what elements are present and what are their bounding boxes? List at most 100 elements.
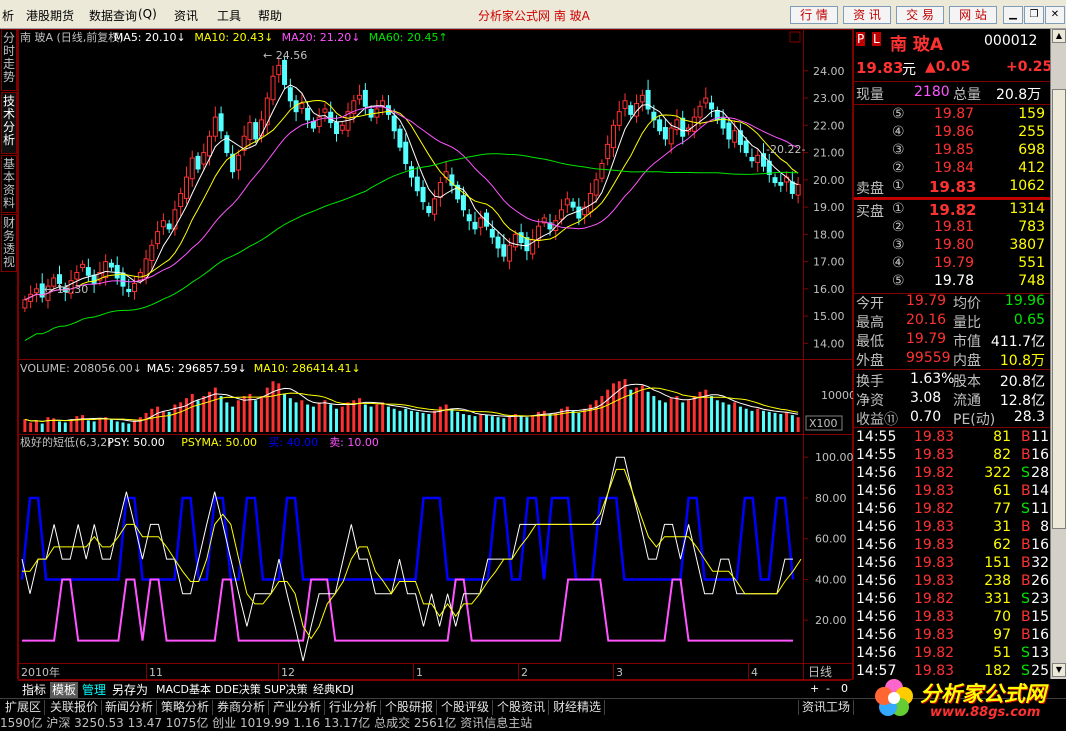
nav-industry-chain[interactable]: 产业分析 [270, 700, 326, 715]
tab-financials[interactable]: 财务透视 [1, 214, 17, 272]
candle [380, 100, 386, 107]
sell-level-1[interactable]: 卖盘 ① 19.83 1062 [854, 178, 1051, 197]
volume-bar [456, 411, 460, 432]
tab-manage[interactable]: 管理 [80, 682, 108, 698]
y-tick-label: 16.00 [813, 283, 845, 296]
sell-level-2[interactable]: ② 19.84 412 [854, 160, 1051, 178]
tick-scrollbar[interactable]: ▲ ▼ [1050, 29, 1066, 679]
tab-template[interactable]: 模板 [50, 682, 79, 698]
fundamental-row[interactable]: 净资 3.08 流通 12.8亿 [854, 390, 1051, 409]
candle [668, 127, 674, 145]
nav-strategy[interactable]: 策略分析 [158, 700, 214, 715]
tick-row[interactable]: 14:56 19.83 31 B 8 [854, 519, 1051, 537]
tab-sup[interactable]: SUP决策 [262, 682, 310, 698]
volume-bar [225, 402, 229, 432]
tick-row[interactable]: 14:56 19.82 77 S 11 [854, 501, 1051, 519]
nav-rating[interactable]: 个股评级 [438, 700, 494, 715]
volume-bar [161, 410, 165, 432]
menu-item-tools[interactable]: 工具 [217, 7, 241, 24]
tick-row[interactable]: 14:56 19.83 70 B 15 [854, 609, 1051, 627]
menu-item-analysis[interactable]: 析 [2, 7, 14, 24]
trade-button[interactable]: 交 易 [896, 6, 944, 24]
tick-row[interactable]: 14:56 19.83 151 B 32 [854, 555, 1051, 573]
buy-level-5[interactable]: ⑤ 19.78 748 [854, 273, 1051, 291]
buy-level-1[interactable]: 买盘 ① 19.82 1314 [854, 201, 1051, 220]
ma5-line [24, 84, 799, 301]
stat-row[interactable]: 最低 19.79 市值 411.7亿 [854, 331, 1051, 350]
kline-chart[interactable]: 24.00 23.00 22.00 21.00 20.00 19.00 18.00 17.00… [18, 29, 853, 680]
tick-row[interactable]: 14:55 19.83 82 B 16 [854, 447, 1051, 465]
tick-time: 14:56 [856, 483, 897, 499]
candle [657, 119, 663, 132]
tick-row[interactable]: 14:56 19.83 62 B 16 [854, 537, 1051, 555]
level-number: ④ [892, 124, 905, 140]
candle [507, 244, 513, 262]
candle [726, 122, 732, 140]
candles [22, 56, 801, 313]
tab-macd[interactable]: MACD基本 [154, 682, 213, 698]
menu-item-hk-futures[interactable]: 港股期货 [26, 7, 74, 24]
buy-level-4[interactable]: ④ 19.79 551 [854, 255, 1051, 273]
nav-sector[interactable]: 行业分析 [326, 700, 382, 715]
fundamental-row[interactable]: 换手 1.63% 股本 20.8亿 [854, 371, 1051, 390]
tick-volume: 331 [984, 591, 1011, 607]
volume-bar [571, 410, 575, 432]
tick-row[interactable]: 14:56 19.82 322 S 28 [854, 465, 1051, 483]
tab-save-as[interactable]: 另存为 [110, 682, 150, 698]
volume-bar [415, 411, 419, 432]
minimize-icon[interactable]: ▁ [1003, 6, 1023, 24]
tab-dde[interactable]: DDE决策 [213, 682, 263, 698]
tick-row[interactable]: 14:56 19.83 238 B 26 [854, 573, 1051, 591]
price-change: ▲0.05 [925, 59, 971, 75]
tab-kdj[interactable]: 经典KDJ [311, 682, 356, 698]
nav-stock-news[interactable]: 个股资讯 [494, 700, 550, 715]
nav-related-quotes[interactable]: 关联报价 [47, 700, 103, 715]
tick-row[interactable]: 14:56 19.83 61 B 14 [854, 483, 1051, 501]
tab-indicator[interactable]: 指标 [20, 682, 48, 698]
menu-item-news[interactable]: 资讯 [174, 7, 198, 24]
sell-level-5[interactable]: ⑤ 19.87 159 [854, 106, 1051, 124]
tab-technical[interactable]: 技术分析 [1, 92, 17, 154]
tick-row[interactable]: 14:56 19.82 331 S 23 [854, 591, 1051, 609]
restore-icon[interactable]: ❐ [1024, 6, 1044, 24]
tick-row[interactable]: 14:55 19.83 81 B 11 [854, 429, 1051, 447]
website-button[interactable]: 网 站 [949, 6, 997, 24]
scroll-down-icon[interactable]: ▼ [1052, 663, 1066, 677]
nav-extension[interactable]: 扩展区 [2, 700, 46, 715]
fundamental-row[interactable]: 收益⑪ 0.70 PE(动) 28.3 [854, 409, 1051, 428]
nav-info-workshop[interactable]: 资讯工场 [798, 700, 855, 715]
candle [564, 198, 570, 206]
zoom-in-button[interactable]: + [810, 682, 819, 695]
nav-research[interactable]: 个股研报 [382, 700, 438, 715]
tick-row[interactable]: 14:56 19.82 51 S 13 [854, 645, 1051, 663]
reset-button[interactable]: 0 [841, 682, 848, 695]
stat-row[interactable]: 今开 19.79 均价 19.96 [854, 293, 1051, 312]
info-button[interactable]: 资 讯 [843, 6, 891, 24]
menu-item-data-query[interactable]: 数据查询 [89, 7, 137, 24]
nav-news-analysis[interactable]: 新闻分析 [102, 700, 158, 715]
fund-value: 28.3 [1013, 409, 1045, 425]
tick-price: 19.83 [914, 537, 955, 553]
candle [333, 122, 339, 134]
scroll-thumb[interactable] [1052, 89, 1066, 529]
close-icon[interactable]: ✕ [1045, 6, 1065, 24]
buy-level-2[interactable]: ② 19.81 783 [854, 219, 1051, 237]
volume-bar [81, 415, 85, 432]
tick-row[interactable]: 14:56 19.83 97 B 16 [854, 627, 1051, 645]
candle [616, 111, 622, 126]
tick-price: 19.83 [914, 447, 955, 463]
nav-broker[interactable]: 券商分析 [214, 700, 270, 715]
quotes-button[interactable]: 行 情 [790, 6, 838, 24]
scroll-up-icon[interactable]: ▲ [1052, 29, 1066, 43]
tab-fundamentals[interactable]: 基本资料 [1, 155, 17, 213]
stat-row[interactable]: 最高 20.16 量比 0.65 [854, 312, 1051, 331]
stat-row[interactable]: 外盘 99559 内盘 10.8万 [854, 350, 1051, 369]
sell-level-3[interactable]: ③ 19.85 698 [854, 142, 1051, 160]
menu-item-help[interactable]: 帮助 [258, 7, 282, 24]
buy-level-3[interactable]: ③ 19.80 3807 [854, 237, 1051, 255]
nav-finance-picks[interactable]: 财经精选 [550, 700, 606, 715]
level-price: 19.78 [934, 273, 975, 289]
sell-level-4[interactable]: ④ 19.86 255 [854, 124, 1051, 142]
tab-intraday[interactable]: 分时走势 [1, 29, 17, 91]
zoom-out-button[interactable]: - [826, 682, 830, 695]
